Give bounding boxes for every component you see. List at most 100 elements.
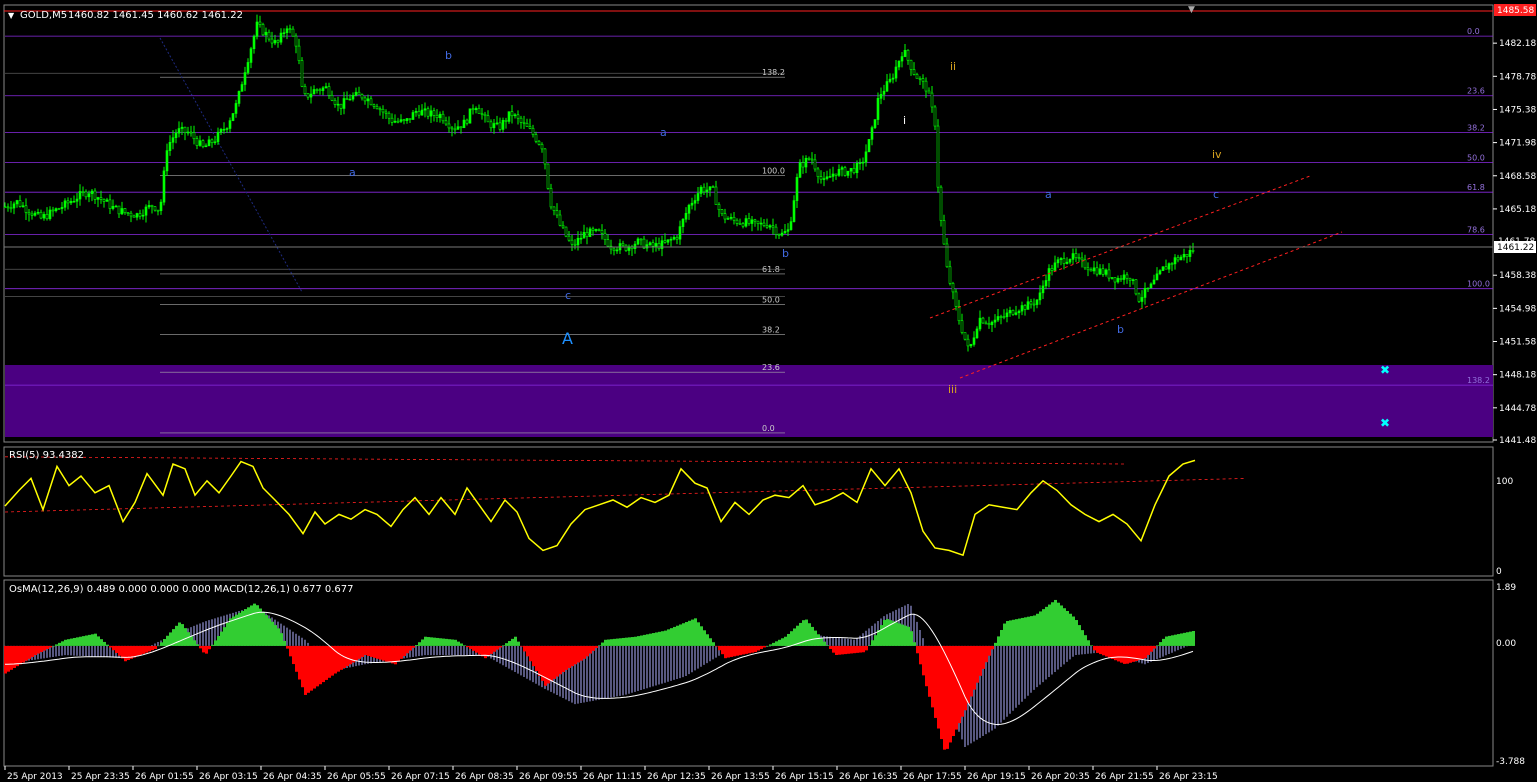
candle-body <box>774 226 778 235</box>
candle-body <box>480 113 484 115</box>
candle-body <box>696 193 700 201</box>
osma-bar <box>823 641 826 646</box>
candle-body <box>597 229 601 231</box>
dotted-trendline <box>159 37 303 293</box>
candle-body <box>1185 253 1189 257</box>
osma-bar <box>196 644 199 646</box>
candle-body <box>705 189 709 193</box>
candle-body <box>813 159 817 170</box>
osma-bar <box>571 645 574 667</box>
candle-body <box>687 204 691 214</box>
candle-body <box>540 144 544 150</box>
osma-bar <box>901 624 904 646</box>
osma-bar <box>1057 602 1060 646</box>
osma-bar <box>1009 620 1012 646</box>
osma-bar <box>1060 605 1063 646</box>
candle-body <box>447 123 451 129</box>
osma-bar <box>94 633 97 646</box>
osma-bar <box>223 627 226 646</box>
time-tick-label: 26 Apr 01:55 <box>135 772 194 782</box>
osma-bar <box>847 645 850 654</box>
osma-bar <box>466 645 469 648</box>
scroll-marker-icon[interactable]: ▼ <box>1188 5 1195 15</box>
osma-bar <box>121 645 124 659</box>
candle-body <box>144 206 148 216</box>
collapse-arrow-icon[interactable]: ▼ <box>8 11 15 20</box>
candle-body <box>477 108 481 114</box>
osma-bar <box>574 645 577 665</box>
candle-body <box>843 167 847 176</box>
fib-right-label: 50.0 <box>1467 153 1485 162</box>
current-price-tag-label: 1461.22 <box>1497 243 1534 253</box>
osma-bar <box>856 645 859 653</box>
osma-bar <box>949 645 952 743</box>
candle-body <box>393 120 397 123</box>
osma-bar <box>577 645 580 663</box>
osma-bar <box>778 639 781 646</box>
candle-body <box>585 232 589 237</box>
candle-body <box>666 239 670 243</box>
osma-bar <box>88 634 91 646</box>
wave-label: c <box>1213 188 1219 201</box>
candle-body <box>450 127 454 130</box>
osma-bar <box>1177 634 1180 646</box>
candle-body <box>903 49 907 57</box>
osma-bar <box>589 645 592 654</box>
candle-body <box>336 103 340 106</box>
osma-bar <box>754 645 757 653</box>
trading-chart[interactable]: 138.2 100.0 61.8 50.0 38.2 23.6 0.0 0.0 23.6 38.… <box>0 0 1537 782</box>
osma-bar <box>214 640 217 646</box>
osma-bar <box>163 639 166 646</box>
candle-body <box>273 40 277 44</box>
candle-body <box>615 249 619 252</box>
osma-bar <box>127 645 130 661</box>
candle-body <box>1095 267 1099 275</box>
osma-bar <box>748 645 751 654</box>
osma-bar <box>742 645 745 655</box>
candle-body <box>594 229 598 231</box>
candle-body <box>654 243 658 247</box>
osma-bar <box>391 645 394 664</box>
wave-label: iii <box>948 383 957 396</box>
candle-body <box>1044 280 1048 287</box>
candle-body <box>402 119 406 122</box>
candle-body <box>672 237 676 240</box>
candle-body <box>405 118 409 122</box>
rsi-line <box>4 459 1196 557</box>
candle-body <box>969 344 973 347</box>
candle-body <box>81 191 85 193</box>
osma-bar <box>181 624 184 646</box>
osma-bar <box>913 642 916 646</box>
osma-bar <box>841 645 844 655</box>
candle-body <box>624 244 628 251</box>
osma-bar <box>265 615 268 646</box>
candle-body <box>546 163 550 189</box>
osma-bar <box>694 618 697 646</box>
candle-body <box>471 108 475 111</box>
osma-bar <box>685 622 688 646</box>
osma-bar <box>601 642 604 646</box>
candle-body <box>342 98 346 109</box>
osma-bar <box>1075 620 1078 646</box>
macd-panel-frame <box>3 579 1494 767</box>
candle-body <box>855 162 859 174</box>
time-tick-label: 26 Apr 17:55 <box>903 772 962 782</box>
candle-body <box>135 213 139 218</box>
candle-body <box>723 213 727 220</box>
osma-bar <box>529 645 532 662</box>
candle-body <box>108 199 112 209</box>
candle-body <box>879 94 883 99</box>
candle-body <box>1182 253 1186 258</box>
osma-bar <box>1081 630 1084 646</box>
candle-body <box>1098 268 1102 275</box>
osma-bar <box>766 645 769 647</box>
osma-bar <box>298 645 301 680</box>
candle-body <box>231 113 235 121</box>
candle-body <box>741 223 745 227</box>
candle-body <box>441 113 445 122</box>
candle-body <box>1113 277 1117 283</box>
osma-bar <box>961 645 964 717</box>
osma-bar <box>895 622 898 646</box>
osma-bar <box>10 645 13 670</box>
candle-body <box>570 239 574 245</box>
